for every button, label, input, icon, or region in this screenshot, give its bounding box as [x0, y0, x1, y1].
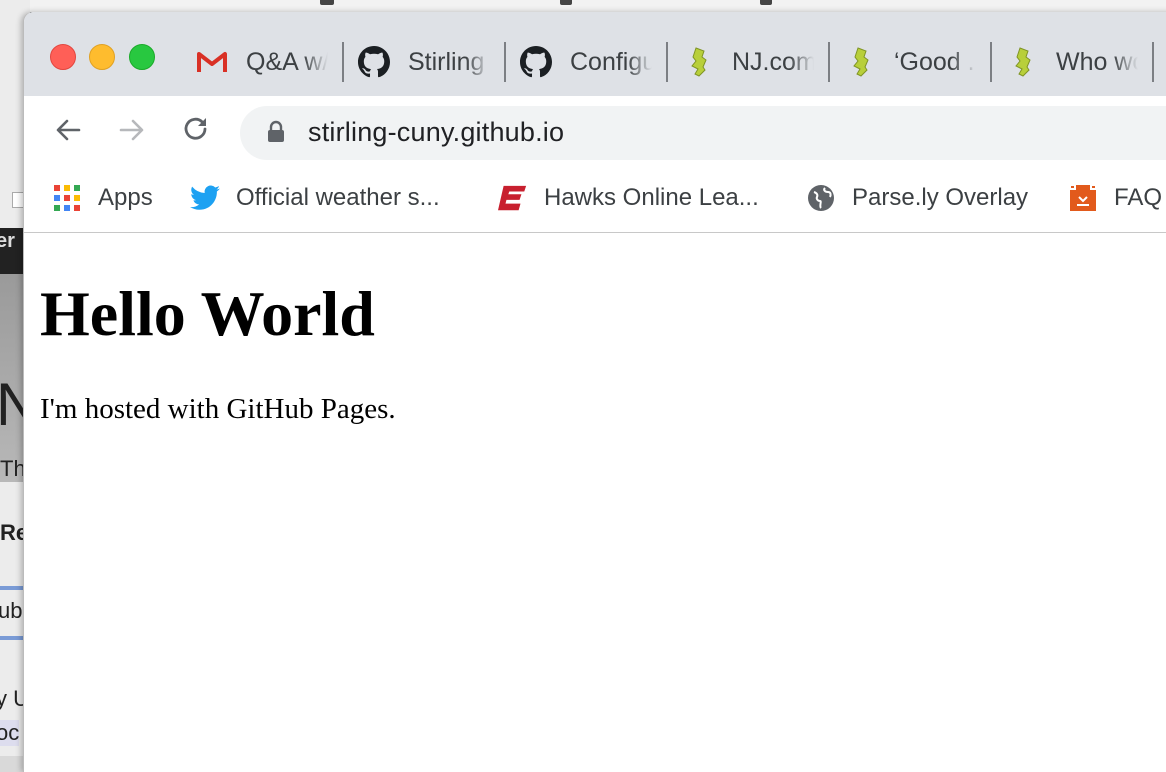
background-text: er — [0, 230, 15, 252]
toolbar: stirling-cuny.github.io — [24, 96, 1166, 168]
tab-strip: Q&A w/ Stirling Configu NJ.com ‘Good . W… — [24, 12, 1166, 96]
back-arrow-icon — [53, 115, 83, 150]
github-icon — [520, 46, 552, 78]
bookmark-parsely[interactable]: Parse.ly Overlay — [806, 178, 1028, 218]
bookmark-label: Official weather s... — [236, 184, 440, 211]
apps-grid-icon — [52, 183, 82, 213]
bookmark-label: Apps — [98, 184, 153, 211]
globe-icon — [806, 183, 836, 213]
tab-title: ‘Good ... — [894, 47, 976, 76]
tab-title: NJ.com — [732, 47, 814, 76]
tab-who[interactable]: Who wo — [1006, 42, 1138, 82]
reload-button[interactable] — [178, 114, 214, 150]
reload-icon — [181, 115, 211, 150]
page-heading: Hello World — [40, 278, 375, 349]
close-window-button[interactable] — [50, 44, 76, 70]
background-text: oc — [0, 720, 20, 746]
browser-window: Q&A w/ Stirling Configu NJ.com ‘Good . W… — [24, 12, 1166, 772]
tab-separator — [1152, 42, 1154, 82]
tab-github-stirling[interactable]: Stirling — [358, 42, 490, 82]
tab-title: Configu — [570, 47, 652, 76]
nj-icon — [844, 46, 876, 78]
background-text: ub — [0, 598, 23, 623]
tab-separator — [504, 42, 506, 82]
tab-separator — [828, 42, 830, 82]
url-text: stirling-cuny.github.io — [308, 117, 565, 147]
bookmark-apps[interactable]: Apps — [52, 178, 153, 218]
tab-title: Stirling — [408, 47, 485, 76]
forward-button[interactable] — [114, 114, 150, 150]
maximize-window-button[interactable] — [129, 44, 155, 70]
brand-e-icon — [498, 183, 528, 213]
tab-gmail[interactable]: Q&A w/ — [196, 42, 328, 82]
tab-separator — [666, 42, 668, 82]
gmail-icon — [196, 46, 228, 78]
bookmark-hawks-online[interactable]: Hawks Online Lea... — [498, 178, 759, 218]
tab-good[interactable]: ‘Good ... — [844, 42, 976, 82]
lock-icon — [266, 120, 286, 149]
faq-icon — [1068, 183, 1098, 213]
forward-arrow-icon — [117, 115, 147, 150]
bookmark-label: FAQ — [1114, 184, 1163, 211]
twitter-icon — [190, 183, 220, 213]
tab-separator — [990, 42, 992, 82]
bookmark-official-weather[interactable]: Official weather s... — [190, 178, 440, 218]
tab-title: Q&A w/ — [246, 47, 328, 76]
tab-title: Who wo — [1056, 47, 1138, 76]
github-icon — [358, 46, 390, 78]
bookmark-label: Hawks Online Lea... — [544, 184, 759, 211]
nj-icon — [1006, 46, 1038, 78]
tab-separator — [342, 42, 344, 82]
bookmarks-bar: Apps Official weather s... Hawks Online … — [24, 168, 1166, 233]
back-button[interactable] — [50, 114, 86, 150]
address-bar[interactable]: stirling-cuny.github.io — [240, 106, 1166, 160]
background-text: Th — [0, 456, 26, 481]
minimize-window-button[interactable] — [89, 44, 115, 70]
tab-njcom[interactable]: NJ.com — [682, 42, 814, 82]
bookmark-faq[interactable]: FAQ — [1068, 178, 1162, 218]
nj-icon — [682, 46, 714, 78]
page-body-text: I'm hosted with GitHub Pages. — [40, 393, 396, 425]
tab-github-configure[interactable]: Configu — [520, 42, 652, 82]
page-content: Hello World I'm hosted with GitHub Pages… — [24, 233, 1166, 772]
bookmark-label: Parse.ly Overlay — [852, 184, 1029, 211]
